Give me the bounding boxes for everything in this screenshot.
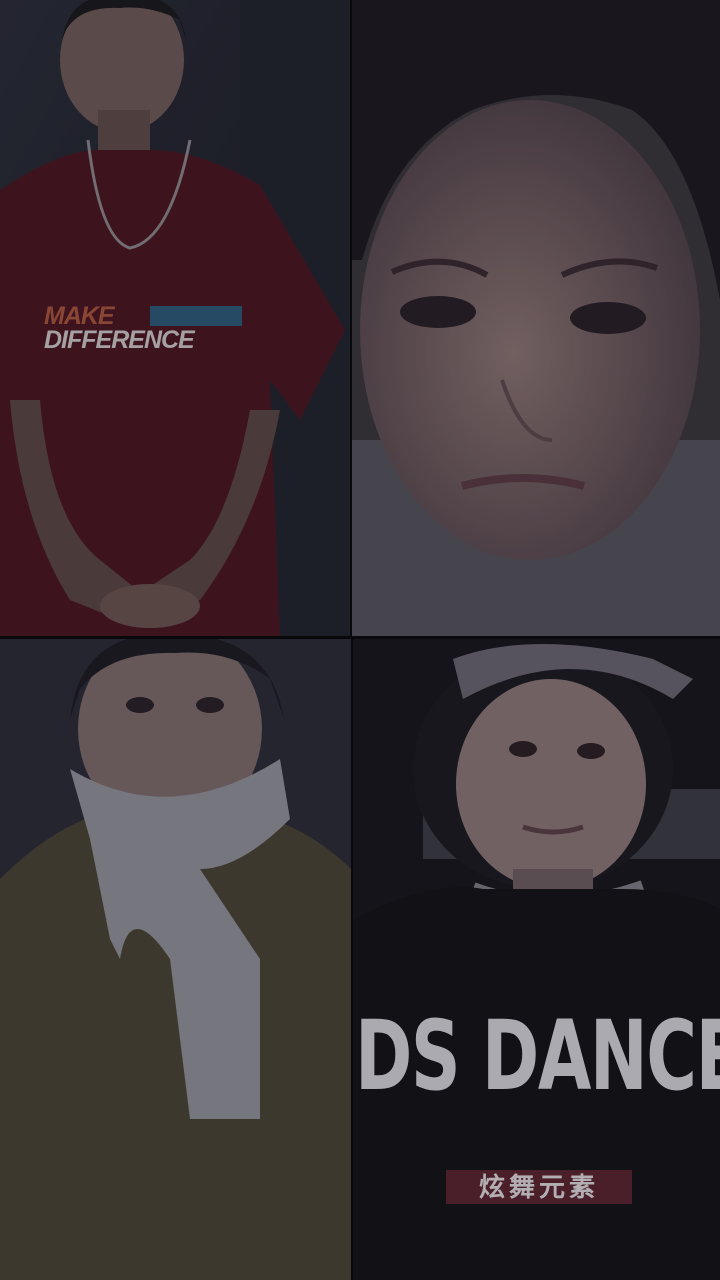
- photo-panel-boy-hat-black-shirt: 炫舞元素: [353, 639, 720, 1280]
- shirt-print-chinese: 炫舞元素: [446, 1170, 632, 1204]
- photo-panel-boy-red-shirt: MAKE DIFFERENCE: [0, 0, 350, 636]
- photo-panel-boy-yellow-coat: [0, 639, 351, 1280]
- shirt-print-ds-dance: DS DANCE: [355, 1000, 720, 1112]
- shirt-print-line-2: DIFFERENCE: [44, 326, 195, 354]
- boy-yellow-coat-image: [0, 639, 351, 1280]
- photo-panel-girl-closeup: [352, 0, 720, 636]
- photo-grid: MAKE DIFFERENCE 炫舞元素 DS DANCE: [0, 0, 720, 1280]
- girl-closeup-image: [352, 0, 720, 636]
